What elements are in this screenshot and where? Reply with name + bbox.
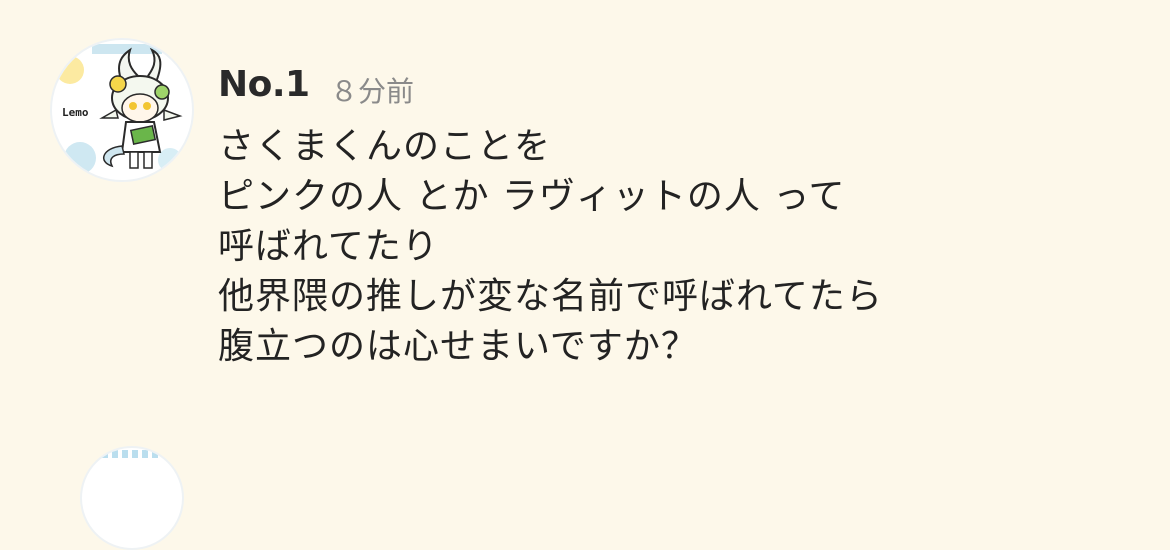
post-body-line: 腹立つのは心せまいですか？ (218, 326, 698, 367)
post-number: No.1 (218, 64, 310, 105)
post-body-line: ピンクの人 とか ラヴィットの人 って (218, 176, 846, 217)
post-body: さくまくんのことを ピンクの人 とか ラヴィットの人 って 呼ばれてたり 他界隈… (218, 122, 1118, 372)
avatar-label: Lemo (62, 106, 89, 119)
post-body-line: 呼ばれてたり (218, 226, 439, 267)
post-item: Lemo No.1 ８分前 さくまくんのことを ピンクの人 とか ラヴィットの人… (0, 0, 1170, 420)
user-avatar[interactable]: Lemo (50, 38, 194, 182)
post-body-line: 他界隈の推しが変な名前で呼ばれてたら (218, 276, 883, 317)
avatar-decoration (102, 450, 162, 458)
character-avatar-icon: Lemo (56, 44, 183, 174)
post-timestamp: ８分前 (330, 75, 415, 108)
post-body-line: さくまくんのことを (218, 126, 552, 167)
